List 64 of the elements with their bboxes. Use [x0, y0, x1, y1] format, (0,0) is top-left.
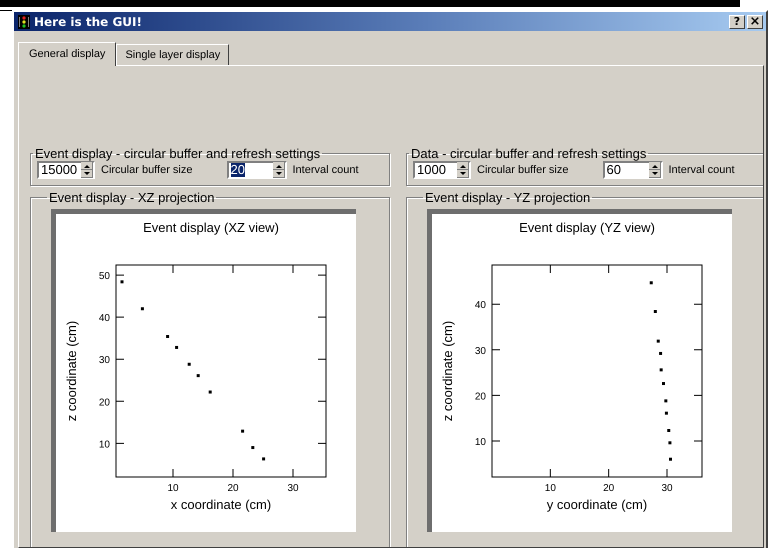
tab[interactable]: General display: [18, 42, 116, 66]
data-point: [668, 441, 672, 444]
tick-label: 10: [474, 436, 486, 448]
field-label: Interval count: [668, 164, 735, 176]
axis-label: y coordinate (cm): [546, 497, 648, 512]
axis-label: z coordinate (cm): [440, 320, 455, 422]
tab[interactable]: Single layer display: [116, 44, 230, 65]
tick-label: 20: [474, 391, 486, 402]
data-point: [208, 390, 212, 394]
tick-label: 50: [98, 271, 110, 282]
data-point: [669, 458, 672, 461]
spin-field[interactable]: 60: [602, 161, 662, 179]
tick-label: 20: [227, 483, 239, 494]
group-title: Event display - YZ projection: [424, 190, 592, 205]
data-point: [664, 412, 668, 415]
help-button[interactable]: ?: [729, 14, 745, 28]
traffic-light-icon: [18, 14, 30, 28]
spin-field[interactable]: 15000: [37, 161, 95, 179]
data-point: [241, 430, 244, 433]
group-title: Event display - circular buffer and refresh settings: [34, 146, 322, 161]
chart-title: Event display (XZ view): [143, 220, 279, 235]
spin-field[interactable]: 1000: [413, 161, 471, 179]
spin-field[interactable]: 20: [226, 161, 286, 179]
data-point: [662, 382, 665, 386]
axis-label: x coordinate (cm): [170, 497, 272, 512]
field-label: Circular buffer size: [101, 164, 192, 176]
chart-title: Event display (YZ view): [519, 220, 655, 235]
spinner-icon[interactable]: [272, 162, 284, 178]
spinner-icon[interactable]: [81, 162, 93, 178]
tick-label: 10: [544, 483, 556, 494]
field-label: Interval count: [292, 164, 359, 176]
window-title: Here is the GUI!: [34, 14, 143, 28]
tick-label: 30: [98, 355, 110, 366]
tick-label: 40: [474, 300, 486, 312]
data-point: [140, 307, 144, 310]
tick-label: 30: [661, 483, 673, 494]
data-point: [659, 352, 662, 355]
data-point: [667, 429, 670, 432]
data-point: [664, 399, 668, 402]
tick-label: 30: [474, 346, 486, 357]
tick-label: 10: [167, 483, 179, 494]
data-point: [262, 457, 266, 460]
data-point: [654, 310, 657, 313]
close-button[interactable]: ×: [747, 14, 763, 28]
data-point: [188, 362, 191, 366]
tick-label: 40: [98, 313, 110, 324]
tick-label: 30: [287, 483, 299, 494]
data-point: [650, 281, 653, 284]
data-point: [660, 368, 663, 372]
data-point: [166, 335, 170, 338]
group-title: Data - circular buffer and refresh settings: [410, 146, 648, 161]
group-title: Event display - XZ projection: [48, 190, 216, 205]
data-point: [656, 340, 660, 343]
tick-label: 20: [603, 483, 614, 494]
field-label: Circular buffer size: [477, 164, 568, 176]
data-point: [196, 374, 200, 378]
data-point: [120, 280, 124, 284]
data-point: [175, 346, 178, 349]
data-point: [251, 446, 254, 450]
tick-label: 20: [98, 397, 110, 408]
axis-label: z coordinate (cm): [64, 320, 79, 422]
tick-label: 10: [98, 439, 110, 450]
spinner-icon[interactable]: [648, 162, 660, 178]
spinner-icon[interactable]: [457, 162, 469, 178]
